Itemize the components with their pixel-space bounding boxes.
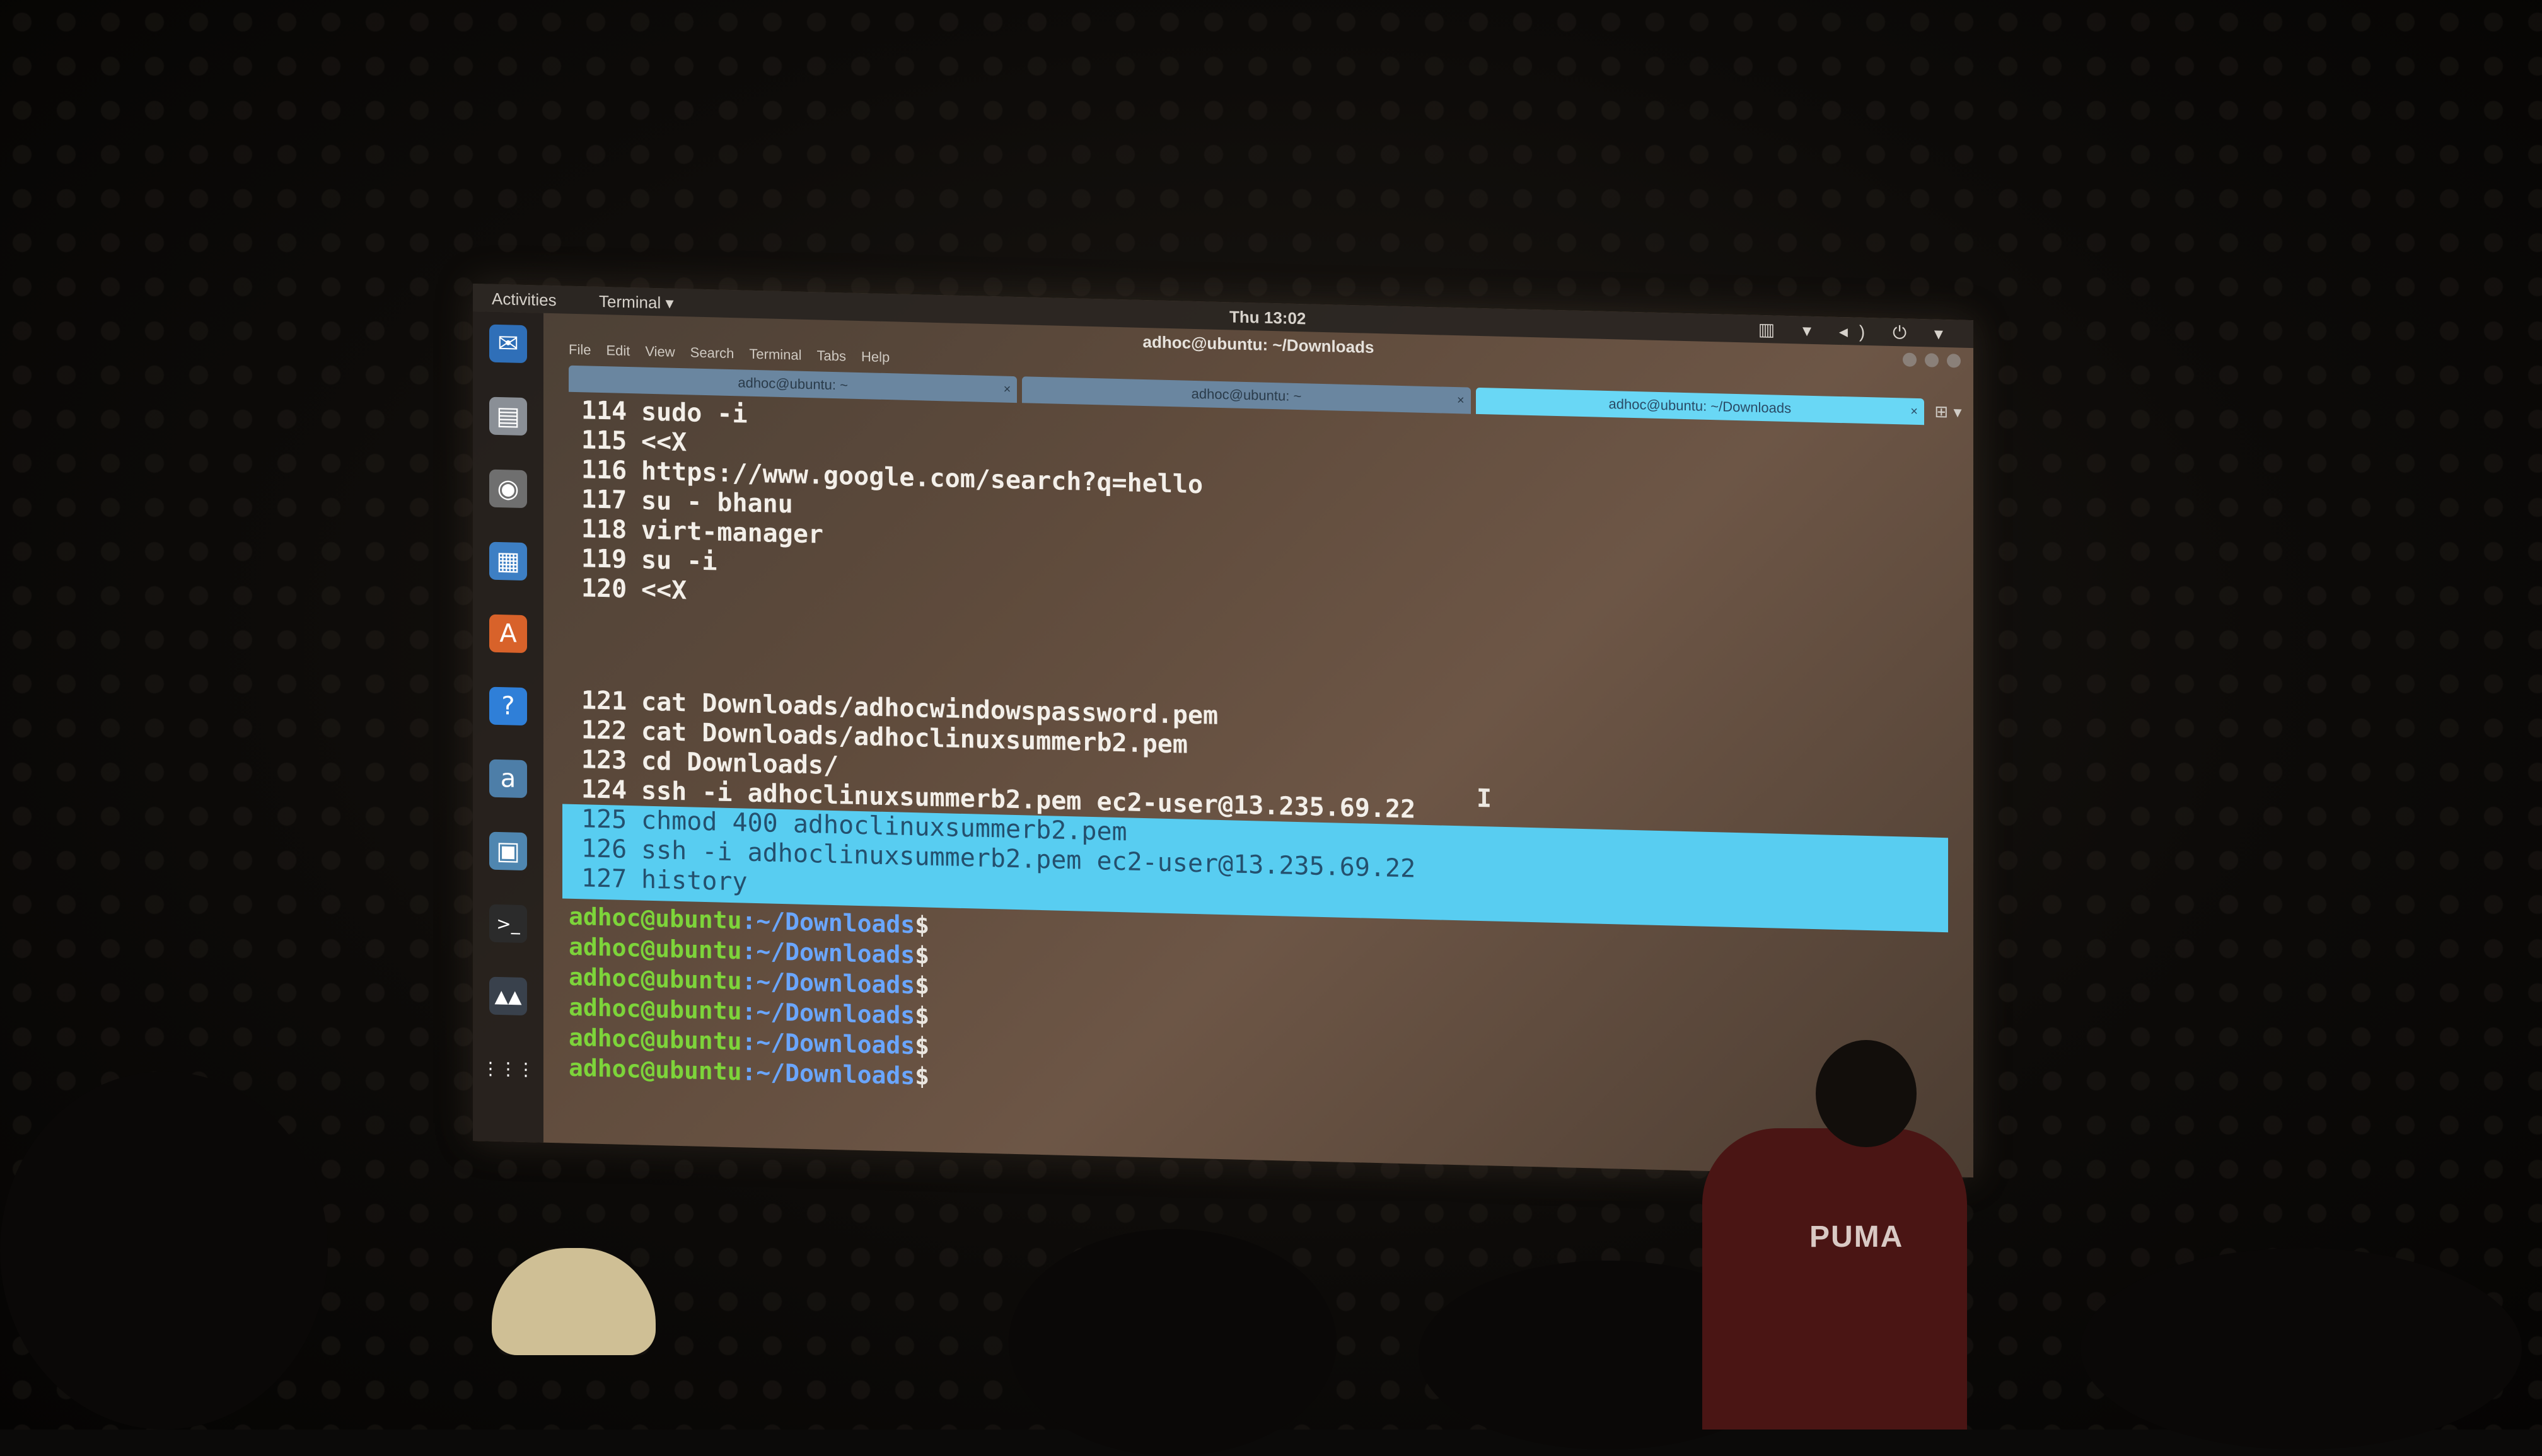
amazon-icon[interactable]: a <box>489 759 527 799</box>
history-number: 118 <box>581 514 627 545</box>
history-number: 114 <box>581 396 627 426</box>
shell-prompt: adhoc@ubuntu:~/Downloads$ <box>569 1054 929 1090</box>
prompt-user: adhoc@ubuntu <box>569 932 742 965</box>
history-number: 115 <box>581 425 627 456</box>
terminal-icon[interactable]: >_ <box>489 904 527 944</box>
history-command: <<X <box>641 427 687 458</box>
history-command: sudo -i <box>641 397 748 429</box>
menu-item[interactable]: Help <box>861 349 890 365</box>
history-number: 127 <box>581 864 627 894</box>
room-background: Activities Terminal ▾ Thu 13:02 ▥ ▾ ◂) ⏻… <box>0 0 2542 1456</box>
dock: ✉ ▤ ◉ ▦ A? a ▣ >_ ▲▲ ⋮⋮⋮ <box>473 311 543 1143</box>
history-line: 114 sudo -i <box>581 396 748 429</box>
virt-manager-icon[interactable]: ▲▲ <box>489 976 527 1016</box>
history-line: 115 <<X <box>581 425 687 457</box>
history-line: 118 virt-manager <box>581 514 823 549</box>
prompt-path: :~/Downloads <box>741 997 915 1030</box>
terminal-output[interactable]: 114 sudo -i 115 <<X 116 https://www.google.co… <box>562 393 1954 1177</box>
minimize-button[interactable] <box>1902 352 1917 367</box>
presenter-shirt-logo: PUMA <box>1809 1220 1904 1254</box>
maximize-button[interactable] <box>1924 353 1939 367</box>
files-icon[interactable]: ▤ <box>489 396 527 436</box>
presenter-body <box>1702 1128 1967 1430</box>
prompt-user: adhoc@ubuntu <box>569 902 742 935</box>
prompt-path: :~/Downloads <box>741 906 915 939</box>
history-number: 123 <box>581 745 627 775</box>
prompt-path: :~/Downloads <box>741 1027 915 1060</box>
history-command: su - bhanu <box>641 486 793 519</box>
history-number: 117 <box>581 485 627 515</box>
audience-head <box>1009 1229 1337 1456</box>
selected-history-line: 127 history <box>581 864 748 896</box>
history-line: 117 su - bhanu <box>581 485 793 519</box>
prompt-symbol: $ <box>915 1032 929 1060</box>
system-tray[interactable]: ▥ ▾ ◂) ⏻ ▾ <box>1758 319 1954 345</box>
clock[interactable]: Thu 13:02 <box>1229 307 1306 328</box>
prompt-symbol: $ <box>915 911 929 939</box>
projected-screen: Activities Terminal ▾ Thu 13:02 ▥ ▾ ◂) ⏻… <box>473 284 1973 1178</box>
rhythmbox-icon[interactable]: ◉ <box>489 469 527 509</box>
prompt-path: :~/Downloads <box>741 967 915 1000</box>
history-number: 116 <box>581 455 627 485</box>
history-number: 124 <box>581 775 627 805</box>
prompt-user: adhoc@ubuntu <box>569 993 742 1026</box>
menu-item[interactable]: View <box>645 344 675 360</box>
menu-item[interactable]: Terminal <box>749 346 801 363</box>
history-command: virt-manager <box>641 516 823 550</box>
menu-item[interactable]: Edit <box>606 342 630 359</box>
tab-close-icon[interactable]: × <box>1004 376 1011 403</box>
app-menu-terminal[interactable]: Terminal ▾ <box>599 292 674 313</box>
menu-item[interactable]: File <box>569 342 591 358</box>
tab-label: adhoc@ubuntu: ~ <box>1191 385 1302 405</box>
history-number: 122 <box>581 715 627 746</box>
new-tab-menu-icon[interactable]: ⊞ ▾ <box>1929 398 1967 425</box>
libreoffice-writer-icon[interactable]: ▦ <box>489 541 527 581</box>
software-center-icon[interactable]: A <box>489 614 527 654</box>
help-icon[interactable]: ? <box>489 686 527 726</box>
history-number: 125 <box>581 804 627 835</box>
prompt-user: adhoc@ubuntu <box>569 962 742 995</box>
history-line: 119 su -i <box>581 544 717 576</box>
tab-close-icon[interactable]: × <box>1910 398 1918 425</box>
history-command: cd Downloads/ <box>641 746 839 781</box>
history-number: 121 <box>581 686 627 716</box>
thunderbird-icon[interactable]: ✉ <box>489 324 527 364</box>
audience-head <box>2081 1248 2522 1450</box>
window-controls <box>1898 352 1961 370</box>
prompt-symbol: $ <box>915 971 929 1000</box>
activities-button[interactable]: Activities <box>492 289 557 311</box>
history-line: 120 <<X <box>581 574 687 605</box>
history-command: <<X <box>641 575 687 606</box>
menu-item[interactable]: Search <box>690 344 734 361</box>
tab-close-icon[interactable]: × <box>1457 387 1465 413</box>
app-grid-icon[interactable]: ⋮⋮⋮ <box>482 1049 535 1088</box>
prompt-symbol: $ <box>915 941 929 969</box>
prompt-symbol: $ <box>915 1002 929 1030</box>
history-number: 120 <box>581 574 627 604</box>
history-command: history <box>641 865 748 897</box>
tab-label: adhoc@ubuntu: ~/Downloads <box>1608 396 1792 417</box>
prompt-path: :~/Downloads <box>741 937 915 969</box>
prompt-user: adhoc@ubuntu <box>569 1023 742 1056</box>
mouse-ibeam-cursor: I <box>1477 783 1492 814</box>
close-button[interactable] <box>1947 354 1961 368</box>
presenter-head <box>1816 1040 1917 1147</box>
history-number: 119 <box>581 544 627 574</box>
menu-item[interactable]: Tabs <box>817 347 846 364</box>
prompt-user: adhoc@ubuntu <box>569 1053 742 1086</box>
terminal-window: adhoc@ubuntu: ~/Downloads File Edit View Se… <box>543 313 1973 1177</box>
history-number: 126 <box>581 834 627 864</box>
audience-head <box>0 1072 328 1430</box>
history-command: su -i <box>641 545 717 577</box>
prompt-symbol: $ <box>915 1062 929 1090</box>
prompt-path: :~/Downloads <box>741 1058 915 1090</box>
screenshot-icon[interactable]: ▣ <box>489 831 527 871</box>
tab-label: adhoc@ubuntu: ~ <box>738 374 848 393</box>
